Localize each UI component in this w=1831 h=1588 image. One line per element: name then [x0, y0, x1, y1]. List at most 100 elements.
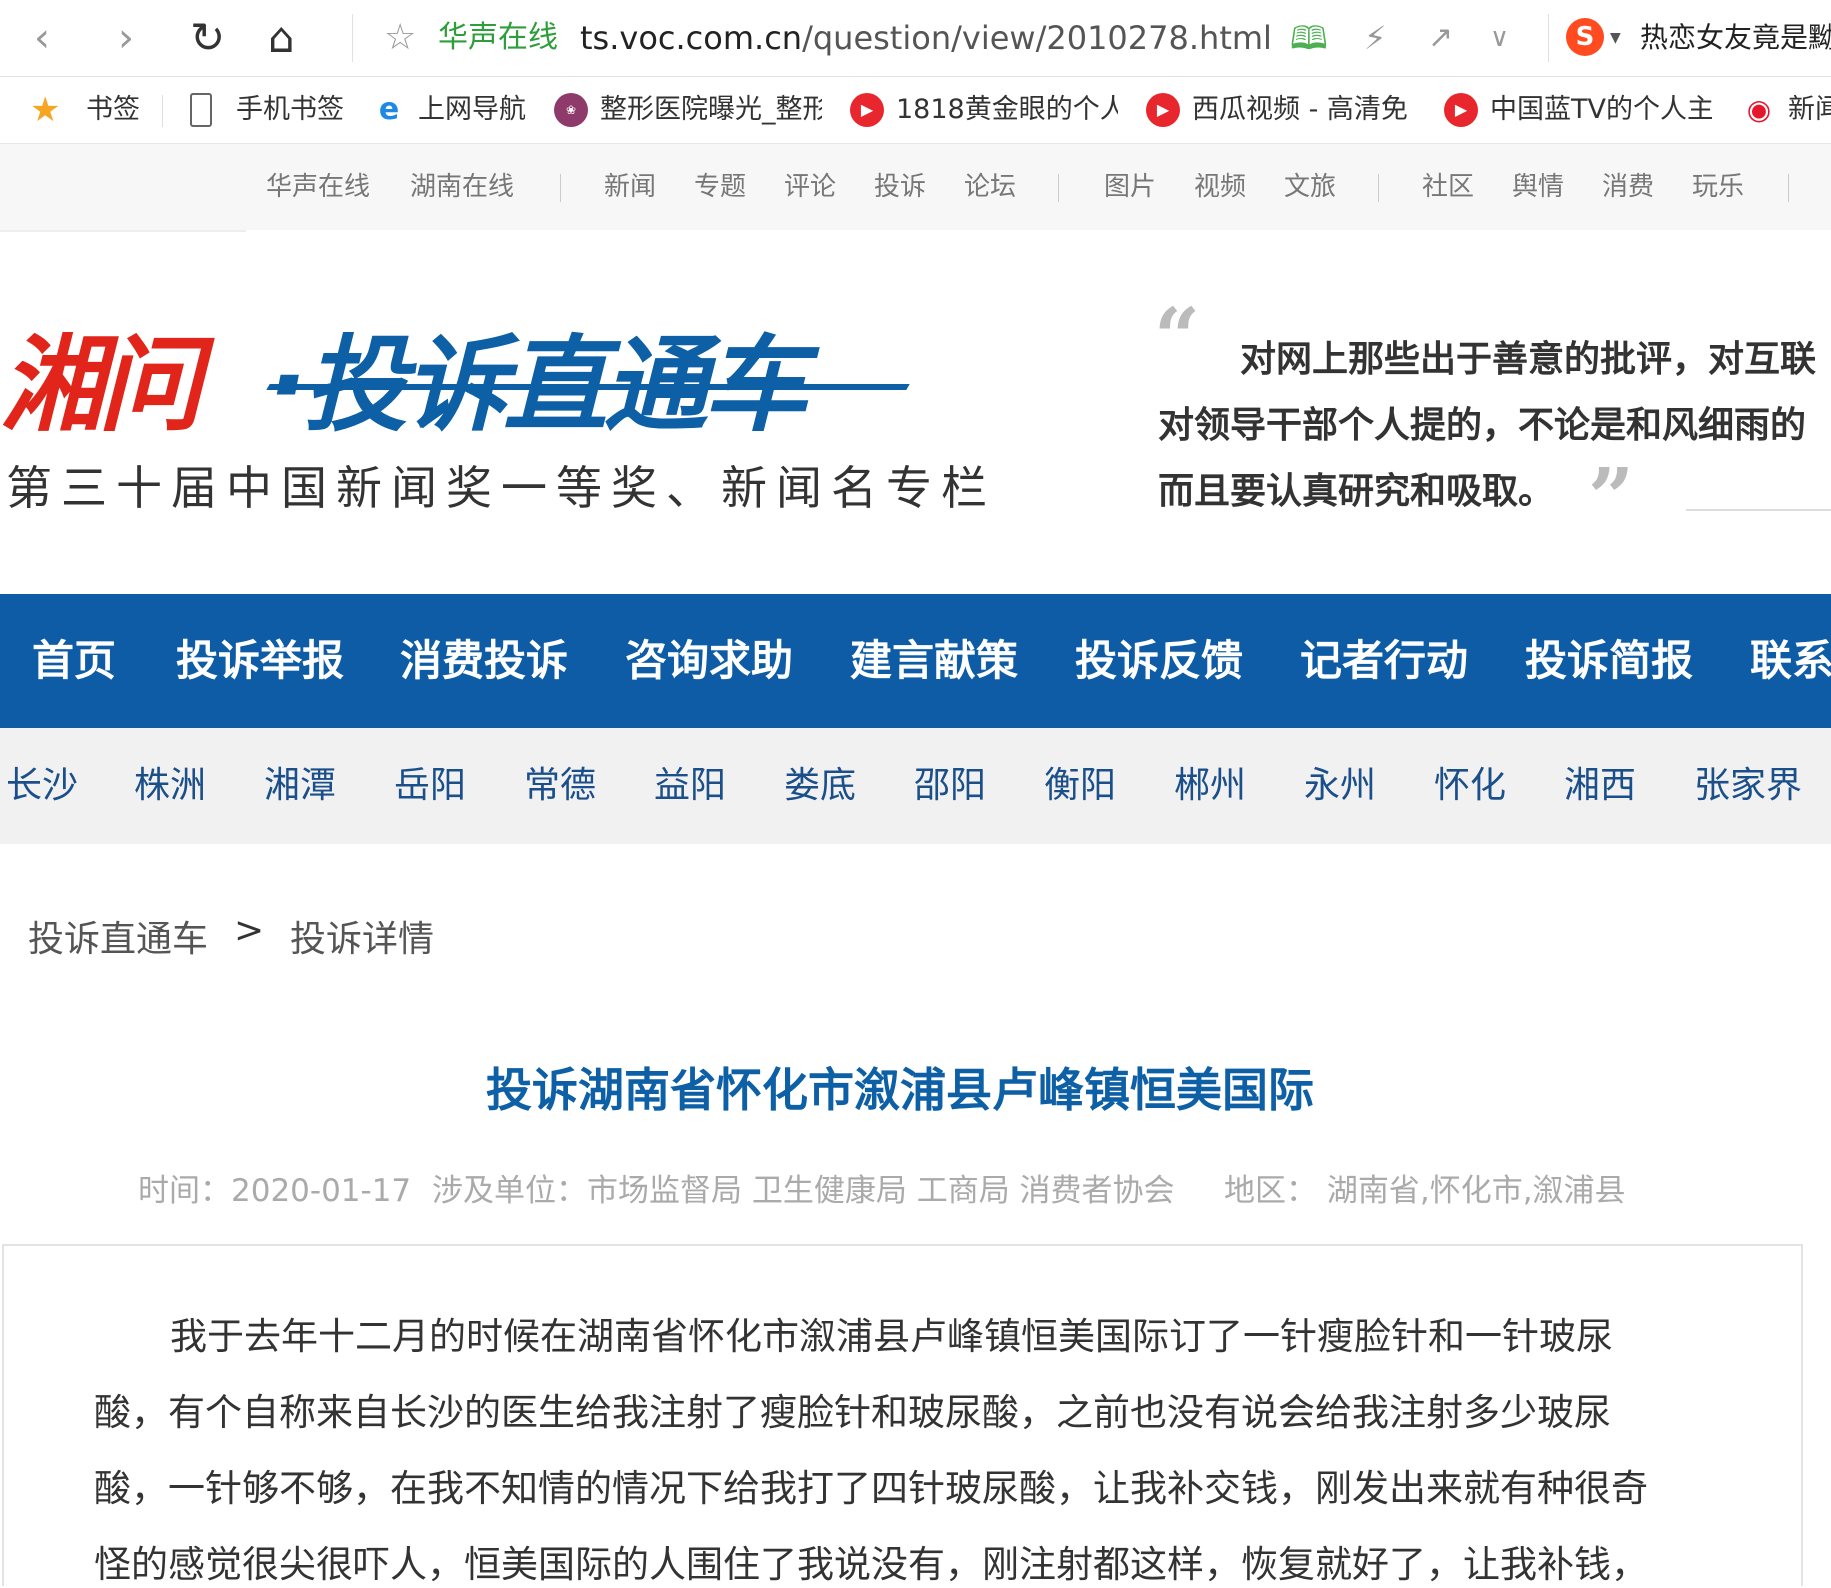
breadcrumb-root[interactable]: 投诉直通车 — [28, 910, 208, 962]
region-nav: 长沙 株洲 湘潭 岳阳 常德 益阳 娄底 邵阳 衡阳 郴州 永州 怀化 湘西 张… — [0, 728, 1831, 844]
back-icon[interactable]: ‹ — [34, 0, 50, 76]
engine-dropdown-icon[interactable]: ▼ — [1610, 0, 1621, 76]
region-link[interactable]: 怀化 — [1434, 728, 1506, 844]
main-nav: 首页 投诉举报 消费投诉 咨询求助 建言献策 投诉反馈 记者行动 投诉简报 联系 — [0, 594, 1831, 728]
address-bar[interactable]: ts.voc.com.cn/question/view/2010278.html — [580, 0, 1272, 76]
region-link[interactable]: 湘潭 — [264, 728, 336, 844]
logo-subtitle: 第三十届中国新闻奖一等奖、新闻名专栏 — [6, 461, 996, 515]
site-top-nav: 华声在线 湖南在线 新闻 专题 评论 投诉 论坛 图片 视频 文旅 社区 舆情 … — [0, 144, 1831, 230]
bookmarks-bar: ★ 书签 手机书签 e 上网导航 ❀ 整形医院曝光_整形 ▶ 1818黄金眼的个… — [0, 77, 1831, 144]
home-icon[interactable]: ⌂ — [268, 0, 295, 76]
main-nav-item[interactable]: 记者行动 — [1300, 594, 1468, 728]
region-link[interactable]: 娄底 — [784, 728, 856, 844]
search-engine-icon[interactable]: S — [1566, 18, 1604, 56]
site-nav-link[interactable]: 湖南在线 — [410, 144, 514, 230]
open-quote-icon: “ — [1154, 290, 1201, 384]
quote-divider — [1686, 509, 1831, 511]
main-nav-item[interactable]: 投诉举报 — [176, 594, 344, 728]
url-site-name[interactable]: 华声在线 — [438, 0, 558, 76]
article-title: 投诉湖南省怀化市溆浦县卢峰镇恒美国际 — [486, 1063, 1314, 1117]
browser-toolbar: ‹ › ↻ ⌂ ☆ 华声在线 ts.voc.com.cn/question/vi… — [0, 0, 1831, 77]
nav-divider — [1788, 174, 1789, 202]
share-icon[interactable]: ↗ — [1428, 0, 1453, 76]
article-region: 地区： 湖南省,怀化市,溆浦县 — [1224, 1173, 1626, 1209]
site-nav-link[interactable]: 社区 — [1422, 144, 1474, 230]
site-nav-link[interactable]: 图片 — [1104, 144, 1156, 230]
article-line: 怪的感觉很尖很吓人，恒美国际的人围住了我说没有，刚注射都这样，恢复就好了，让我补… — [94, 1543, 1648, 1586]
quote-line: 对领导干部个人提的，不论是和风细雨的 — [1158, 404, 1807, 446]
breadcrumb-current: 投诉详情 — [290, 919, 435, 960]
bookmark-item[interactable]: 上网导航 — [418, 77, 526, 143]
main-nav-item[interactable]: 建言献策 — [850, 594, 1018, 728]
main-nav-item[interactable]: 消费投诉 — [400, 594, 568, 728]
main-nav-item[interactable]: 投诉简报 — [1525, 594, 1693, 728]
site-nav-link[interactable]: 专题 — [694, 144, 746, 230]
bookmark-divider — [162, 95, 163, 127]
region-link[interactable]: 湘西 — [1564, 728, 1636, 844]
main-nav-item[interactable]: 咨询求助 — [625, 594, 793, 728]
region-link[interactable]: 岳阳 — [394, 728, 466, 844]
quote-line: 对网上那些出于善意的批评，对互联 — [1240, 338, 1817, 380]
region-link[interactable]: 郴州 — [1174, 728, 1246, 844]
close-quote-icon: ” — [1588, 450, 1635, 544]
site-nav-link[interactable]: 论坛 — [964, 144, 1016, 230]
main-nav-item[interactable]: 投诉反馈 — [1075, 594, 1243, 728]
site-nav-link[interactable]: 文旅 — [1284, 144, 1336, 230]
main-nav-item[interactable]: 联系 — [1750, 594, 1831, 728]
video-play-icon: ▶ — [1146, 93, 1180, 127]
lightning-icon[interactable]: ⚡ — [1364, 0, 1386, 76]
star-filled-icon: ★ — [30, 90, 61, 130]
bookmark-item[interactable]: 1818黄金眼的个人 — [896, 77, 1118, 143]
star-icon[interactable]: ☆ — [384, 0, 416, 76]
quote-line: 而且要认真研究和吸取。 — [1158, 470, 1555, 512]
toolbar-divider — [352, 14, 353, 62]
region-link[interactable]: 邵阳 — [914, 728, 986, 844]
ie-icon: e — [372, 93, 406, 127]
region-link[interactable]: 常德 — [524, 728, 596, 844]
site-nav-link[interactable]: 玩乐 — [1692, 144, 1744, 230]
reader-icon[interactable]: 🕮 — [1290, 0, 1328, 76]
nav-divider — [1378, 174, 1379, 202]
logo-underline — [266, 384, 910, 390]
bookmark-item[interactable]: 中国蓝TV的个人主 — [1490, 77, 1712, 143]
logo-complaint-express[interactable]: ·投诉直通车 — [268, 300, 808, 451]
region-link[interactable]: 张家界 — [1694, 728, 1802, 844]
bookmark-item[interactable]: 西瓜视频 - 高清免 — [1192, 77, 1414, 143]
region-link[interactable]: 衡阳 — [1044, 728, 1116, 844]
site-nav-link[interactable]: 华声在线 — [266, 144, 370, 230]
bookmark-item[interactable]: 新闻 — [1788, 77, 1831, 143]
region-link[interactable]: 株洲 — [134, 728, 206, 844]
region-link[interactable]: 永州 — [1304, 728, 1376, 844]
article-units: 涉及单位：市场监督局 卫生健康局 工商局 消费者协会 — [432, 1173, 1175, 1209]
main-nav-item-home[interactable]: 首页 — [32, 594, 116, 728]
url-path: /question/view/2010278.html — [802, 19, 1272, 57]
nav-divider — [560, 174, 561, 202]
site-nav-link[interactable]: 消费 — [1602, 144, 1654, 230]
site-nav-link[interactable]: 投诉 — [874, 144, 926, 230]
forward-icon[interactable]: › — [118, 0, 134, 76]
nav-divider — [1058, 174, 1059, 202]
logo-xiangwen[interactable]: 湘问 — [0, 300, 202, 451]
article-line: 酸，有个自称来自长沙的医生给我注射了瘦脸针和玻尿酸，之前也没有说会给我注射多少玻… — [94, 1391, 1611, 1434]
bookmark-item[interactable]: 整形医院曝光_整形 — [600, 77, 822, 143]
site-nav-link[interactable]: 视频 — [1194, 144, 1246, 230]
bookmark-item[interactable]: 书签 — [86, 77, 140, 143]
region-link[interactable]: 益阳 — [654, 728, 726, 844]
video-play-icon: ▶ — [850, 93, 884, 127]
search-box[interactable]: 热恋女友竟是黝 — [1640, 0, 1831, 76]
article-time: 时间：2020-01-17 — [138, 1173, 412, 1209]
site-nav-link[interactable]: 新闻 — [604, 144, 656, 230]
region-link[interactable]: 长沙 — [6, 728, 78, 844]
site-nav-link[interactable]: 评论 — [784, 144, 836, 230]
video-play-icon: ▶ — [1444, 93, 1478, 127]
site-nav-link[interactable]: 舆情 — [1512, 144, 1564, 230]
reload-icon[interactable]: ↻ — [190, 0, 225, 76]
chevron-down-icon[interactable]: ∨ — [1490, 0, 1509, 76]
bookmark-item[interactable]: 手机书签 — [236, 77, 344, 143]
weibo-icon: ◉ — [1742, 93, 1776, 127]
breadcrumb-separator: > — [234, 910, 265, 951]
article-line: 我于去年十二月的时候在湖南省怀化市溆浦县卢峰镇恒美国际订了一针瘦脸针和一针玻尿 — [170, 1315, 1613, 1358]
article-line: 酸，一针够不够，在我不知情的情况下给我打了四针玻尿酸，让我补交钱，刚发出来就有种… — [94, 1467, 1648, 1510]
phone-icon — [190, 93, 212, 127]
url-domain: ts.voc.com.cn — [580, 19, 803, 57]
